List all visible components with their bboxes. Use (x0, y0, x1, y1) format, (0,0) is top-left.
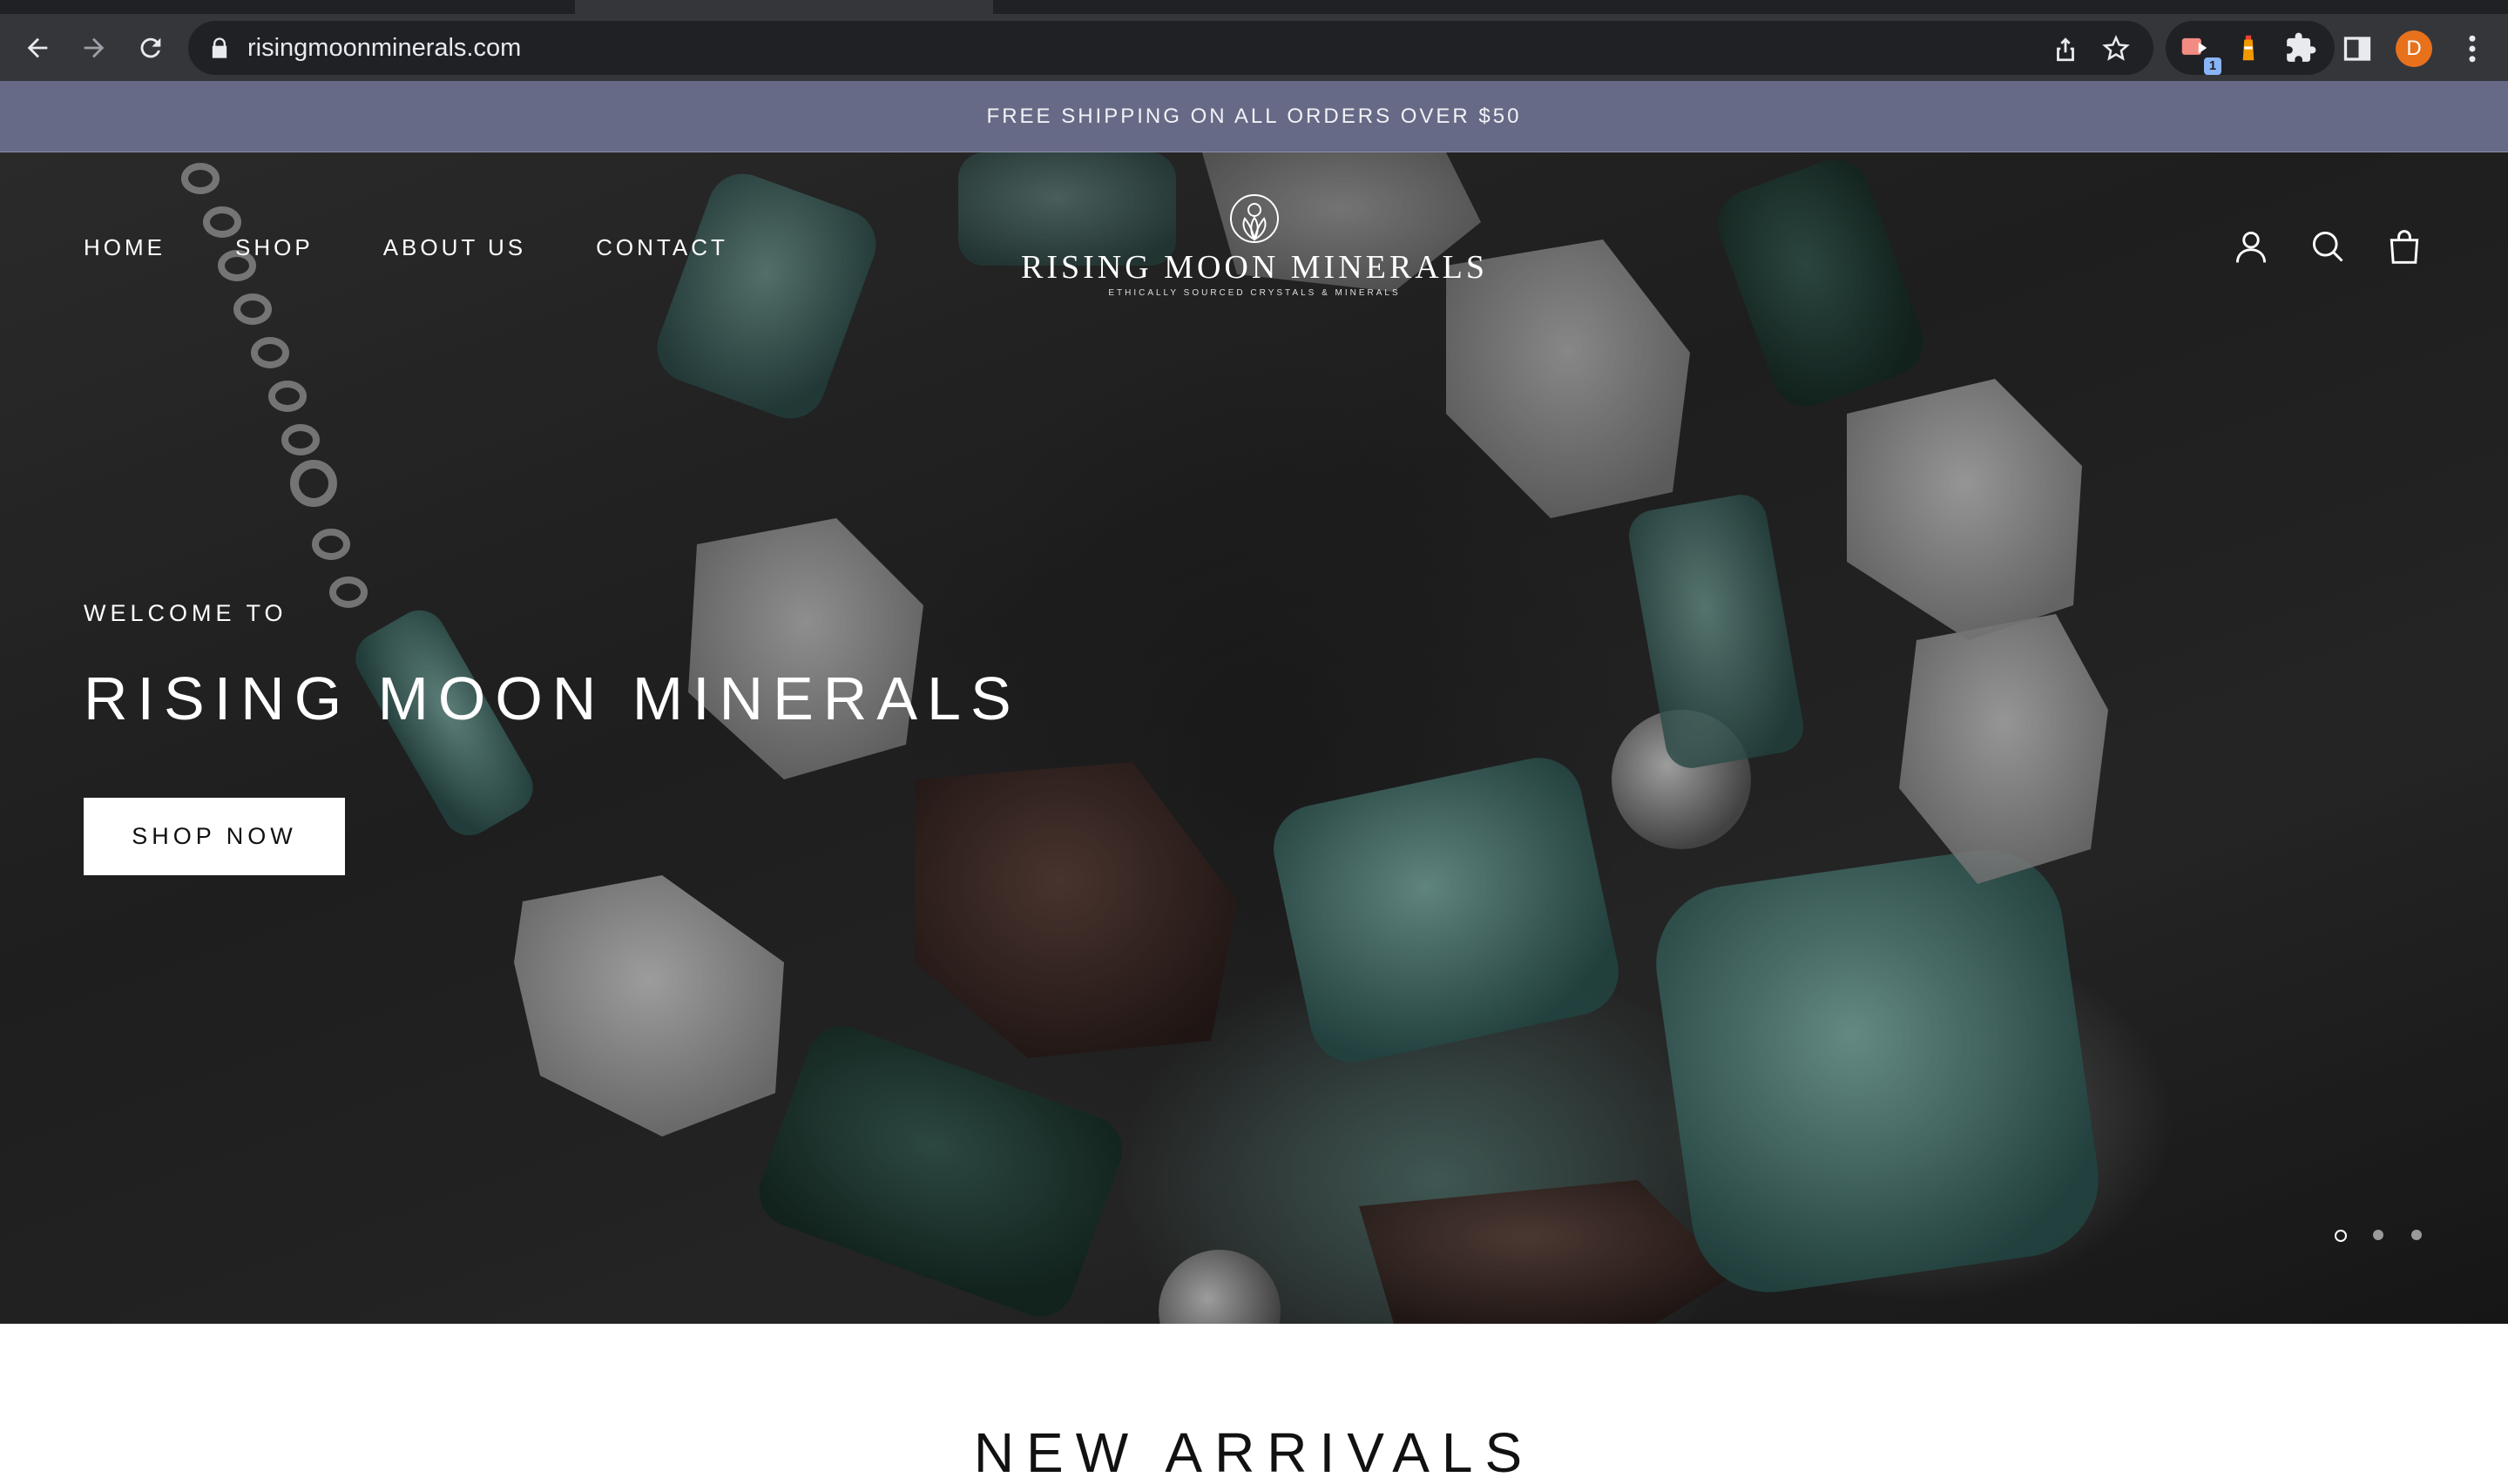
announcement-bar: FREE SHIPPING ON ALL ORDERS OVER $50 (0, 81, 2508, 152)
logo-name: RISING MOON MINERALS (1020, 249, 1489, 286)
profile-avatar[interactable]: D (2396, 30, 2432, 67)
new-arrivals-heading: NEW ARRIVALS (973, 1421, 1535, 1484)
reload-button[interactable] (129, 26, 172, 70)
lotus-moon-logo-icon (1230, 194, 1279, 243)
hero-slideshow: HOME SHOP ABOUT US CONTACT RISING MOON M… (0, 152, 2508, 1324)
nav-home[interactable]: HOME (84, 234, 166, 261)
hero-text-block: WELCOME TO RISING MOON MINERALS (84, 600, 1021, 733)
reload-icon (140, 37, 161, 58)
hero-title: RISING MOON MINERALS (84, 664, 1021, 732)
side-panel-icon[interactable] (2342, 33, 2373, 64)
logo-tagline: ETHICALLY SOURCED CRYSTALS & MINERALS (1108, 288, 1401, 298)
kebab-menu-icon[interactable] (2457, 30, 2488, 68)
address-bar[interactable]: risingmoonminerals.com (188, 21, 2153, 75)
extension-button-1[interactable]: 1 (2178, 31, 2221, 75)
browser-toolbar: risingmoonminerals.com 1 D (0, 14, 2508, 81)
back-button[interactable] (16, 26, 59, 70)
bookmark-star-icon[interactable] (2101, 34, 2131, 64)
forward-button[interactable] (72, 26, 116, 70)
url-text[interactable]: risingmoonminerals.com (247, 33, 521, 63)
tab-strip (0, 0, 2508, 14)
active-tab[interactable] (575, 0, 993, 14)
lock-icon[interactable] (207, 36, 232, 60)
nav-contact[interactable]: CONTACT (596, 234, 728, 261)
lighthouse-extension-icon (2242, 35, 2254, 61)
site-logo[interactable]: RISING MOON MINERALS ETHICALLY SOURCED C… (993, 194, 1516, 307)
main-navigation: HOME SHOP ABOUT US CONTACT (84, 234, 798, 261)
slide-dot-1[interactable] (2335, 1230, 2347, 1242)
slideshow-pagination (2335, 1225, 2439, 1246)
shop-now-button[interactable]: SHOP NOW (84, 798, 345, 875)
extensions-group: 1 (2166, 21, 2335, 75)
nav-about-us[interactable]: ABOUT US (383, 234, 526, 261)
puzzle-icon (2287, 32, 2316, 62)
announcement-text: FREE SHIPPING ON ALL ORDERS OVER $50 (986, 104, 1522, 128)
hero-background-image (0, 152, 2508, 1324)
forward-icon (84, 37, 105, 58)
extensions-menu-button[interactable] (2284, 31, 2317, 64)
cart-bag-icon[interactable] (2385, 227, 2423, 266)
hero-kicker: WELCOME TO (84, 600, 287, 626)
share-icon[interactable] (2051, 34, 2080, 64)
account-icon[interactable] (2232, 227, 2270, 266)
back-icon (27, 37, 48, 58)
slide-dot-2[interactable] (2373, 1230, 2383, 1240)
extension-button-2[interactable] (2232, 31, 2265, 64)
slide-dot-3[interactable] (2411, 1230, 2422, 1240)
nav-shop[interactable]: SHOP (235, 234, 314, 261)
extension-badge: 1 (2204, 57, 2221, 75)
search-icon[interactable] (2309, 227, 2347, 266)
